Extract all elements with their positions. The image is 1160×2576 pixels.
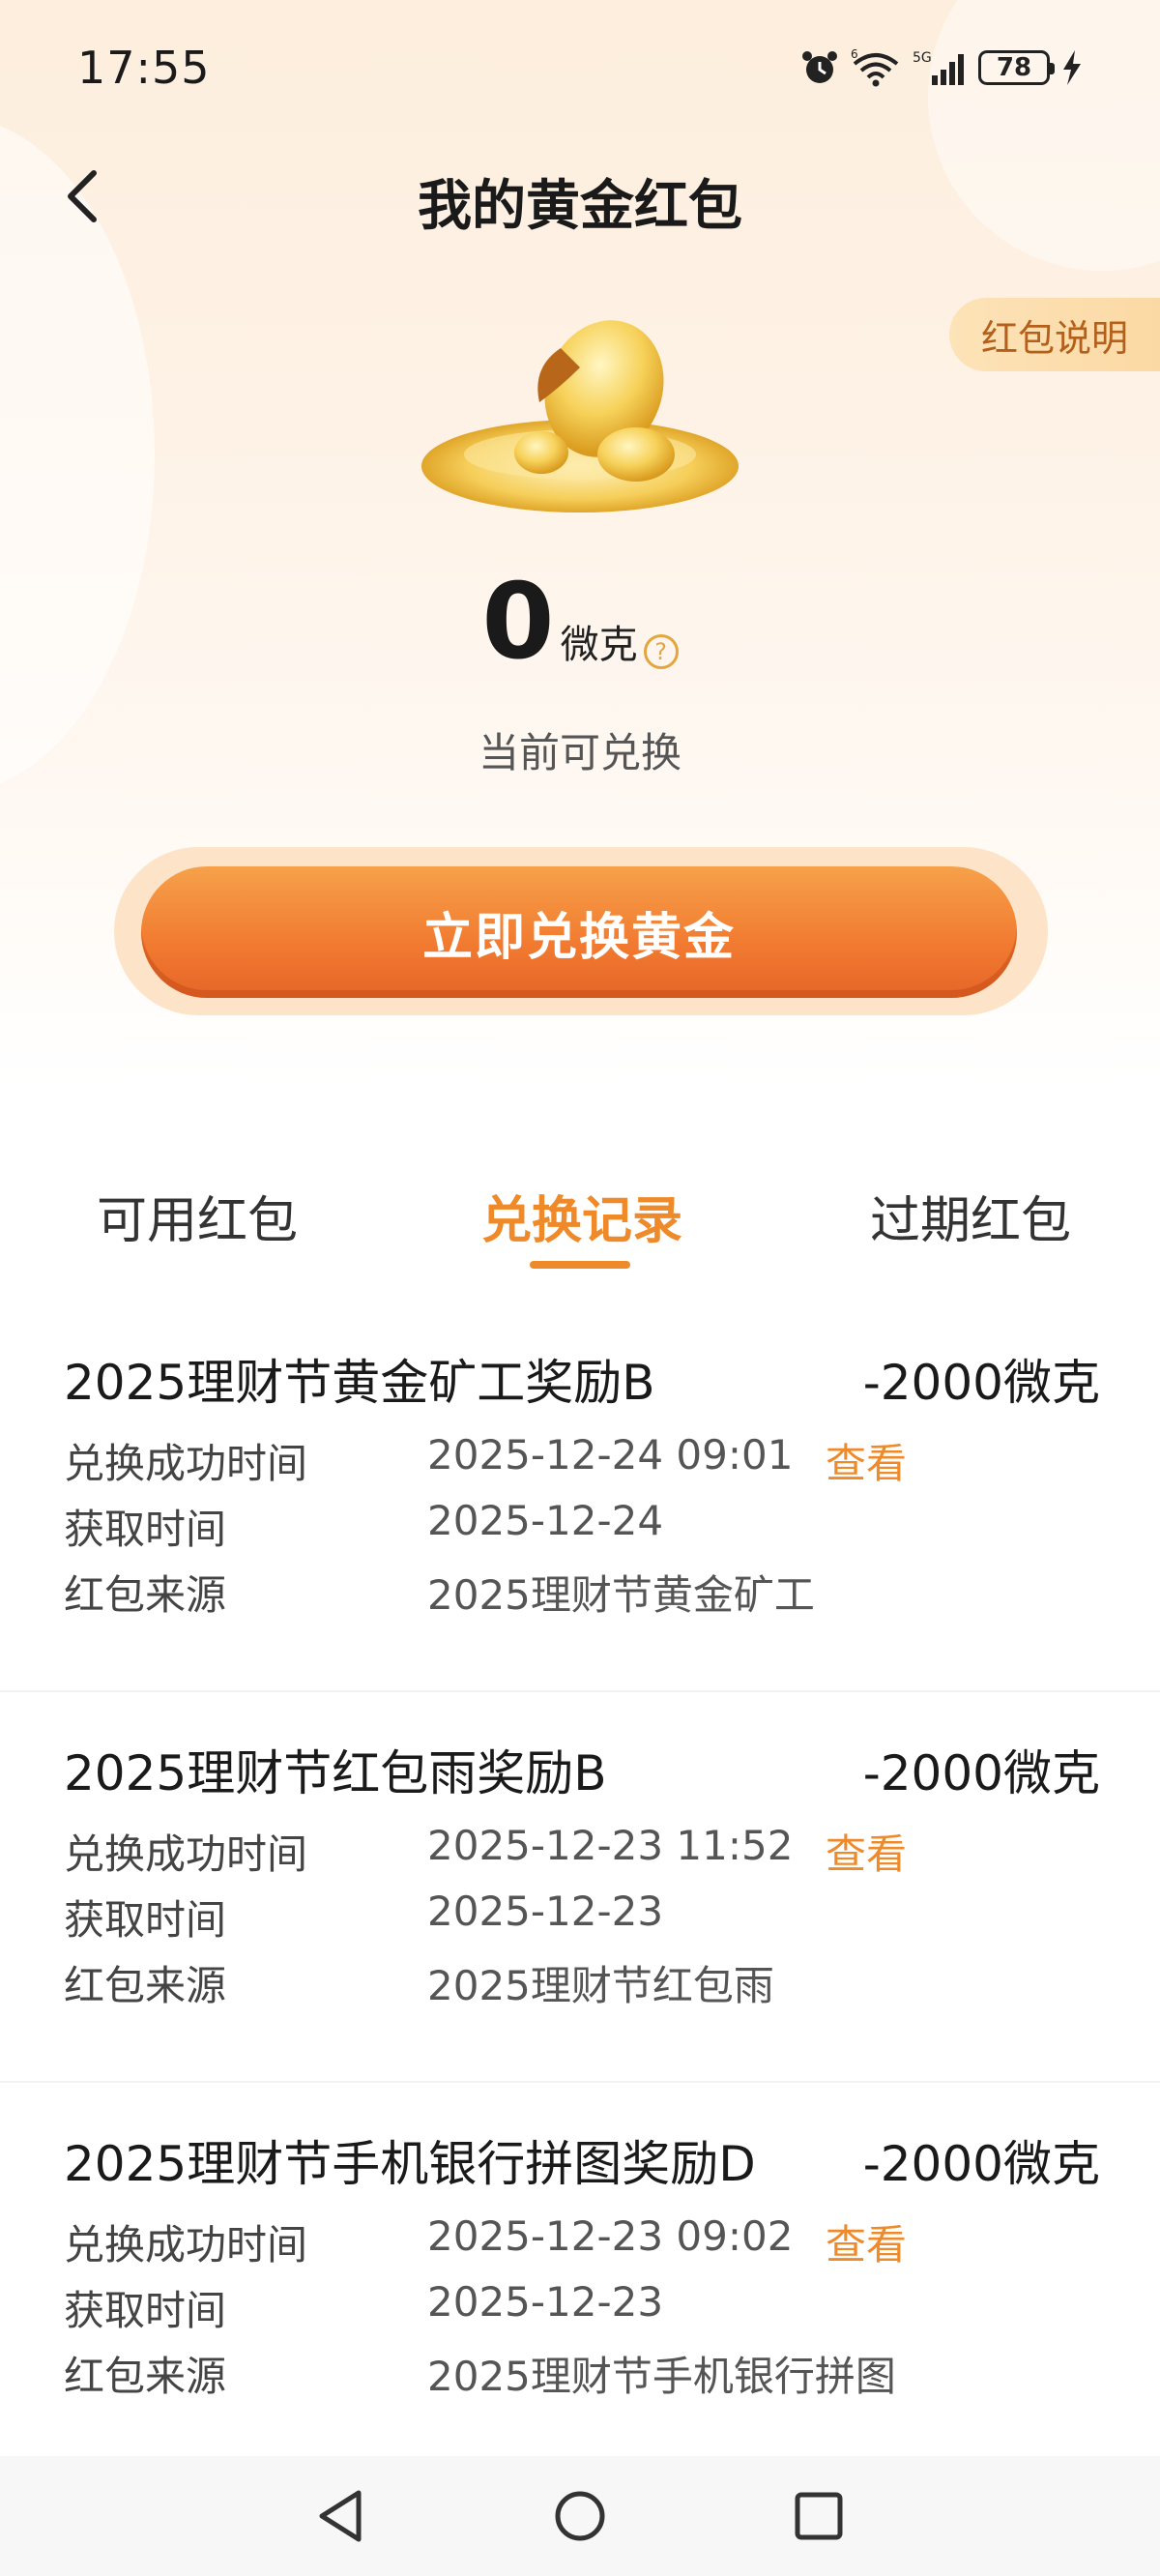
- record-label: 获取时间: [64, 1506, 227, 1553]
- record-value: 2025-12-23: [427, 2278, 664, 2326]
- status-icons: 6 5G 78: [800, 48, 1083, 87]
- cellular-signal-icon: 5G: [913, 50, 964, 85]
- page-title: 我的黄金红包: [418, 175, 742, 238]
- status-bar: 17:55 6 5G 78: [0, 0, 1160, 135]
- record-value: 2025-12-24: [427, 1497, 664, 1544]
- record-label: 红包来源: [64, 1962, 227, 2009]
- balance-amount: 0: [481, 562, 555, 683]
- view-link[interactable]: 查看: [826, 2212, 907, 2271]
- view-link[interactable]: 查看: [826, 1431, 907, 1490]
- balance-display: 0 微克 ?: [0, 571, 1160, 675]
- record-value: 2025-12-23 09:02: [427, 2212, 794, 2260]
- record-amount: -2000微克: [862, 1355, 1100, 1411]
- home-circle-icon[interactable]: [551, 2487, 609, 2545]
- balance-unit: 微克: [560, 623, 638, 667]
- divider: [0, 2081, 1160, 2083]
- list-item: 2025理财节黄金矿工奖励B -2000微克 兑换成功时间 2025-12-24…: [0, 1344, 1160, 1731]
- cta-halo: 立即兑换黄金: [114, 847, 1048, 1015]
- active-tab-indicator: [530, 1261, 630, 1269]
- system-nav-bar: [0, 2456, 1160, 2576]
- battery-icon: 78: [978, 50, 1055, 85]
- record-title: 2025理财节黄金矿工奖励B: [64, 1355, 655, 1411]
- record-title: 2025理财节红包雨奖励B: [64, 1745, 607, 1801]
- record-value: 2025理财节红包雨: [427, 1962, 774, 2009]
- tab-exchange-records[interactable]: 兑换记录: [481, 1180, 682, 1252]
- record-amount: -2000微克: [862, 1745, 1100, 1801]
- battery-level: 78: [996, 53, 1032, 82]
- svg-text:6: 6: [851, 48, 858, 61]
- record-label: 兑换成功时间: [64, 1830, 308, 1878]
- record-value: 2025-12-23 11:52: [427, 1822, 794, 1869]
- charging-bolt-icon: [1063, 50, 1081, 85]
- record-label: 兑换成功时间: [64, 2221, 308, 2269]
- record-label: 红包来源: [64, 1571, 227, 1619]
- record-value: 2025-12-24 09:01: [427, 1431, 794, 1478]
- record-title: 2025理财节手机银行拼图奖励D: [64, 2136, 756, 2192]
- view-link[interactable]: 查看: [826, 1822, 907, 1881]
- gold-nugget-icon: [421, 320, 739, 512]
- tab-available[interactable]: 可用红包: [97, 1180, 298, 1252]
- tab-expired[interactable]: 过期红包: [870, 1180, 1071, 1252]
- record-value: 2025理财节黄金矿工: [427, 1571, 815, 1619]
- record-label: 获取时间: [64, 2287, 227, 2334]
- list-item: 2025理财节红包雨奖励B -2000微克 兑换成功时间 2025-12-23 …: [0, 1735, 1160, 2122]
- tab-bar: 可用红包 兑换记录 过期红包: [0, 1160, 1160, 1276]
- question-icon[interactable]: ?: [643, 634, 679, 669]
- alarm-icon: [802, 51, 837, 83]
- wifi-icon: 6: [851, 48, 899, 87]
- divider: [0, 1690, 1160, 1692]
- status-time: 17:55: [77, 42, 211, 94]
- svg-text:5G: 5G: [913, 50, 932, 66]
- record-label: 兑换成功时间: [64, 1440, 308, 1487]
- balance-subtitle: 当前可兑换: [478, 729, 682, 776]
- recents-square-icon[interactable]: [792, 2489, 846, 2543]
- record-label: 获取时间: [64, 1896, 227, 1944]
- record-label: 红包来源: [64, 2353, 227, 2400]
- record-value: 2025-12-23: [427, 1888, 664, 1935]
- nav-header: 我的黄金红包: [0, 145, 1160, 242]
- record-value: 2025理财节手机银行拼图: [427, 2353, 896, 2400]
- back-triangle-icon[interactable]: [314, 2487, 368, 2545]
- exchange-gold-button[interactable]: 立即兑换黄金: [141, 866, 1017, 998]
- redpacket-help-button[interactable]: 红包说明: [949, 298, 1160, 371]
- record-amount: -2000微克: [862, 2136, 1100, 2192]
- list-item: 2025理财节手机银行拼图奖励D -2000微克 兑换成功时间 2025-12-…: [0, 2125, 1160, 2444]
